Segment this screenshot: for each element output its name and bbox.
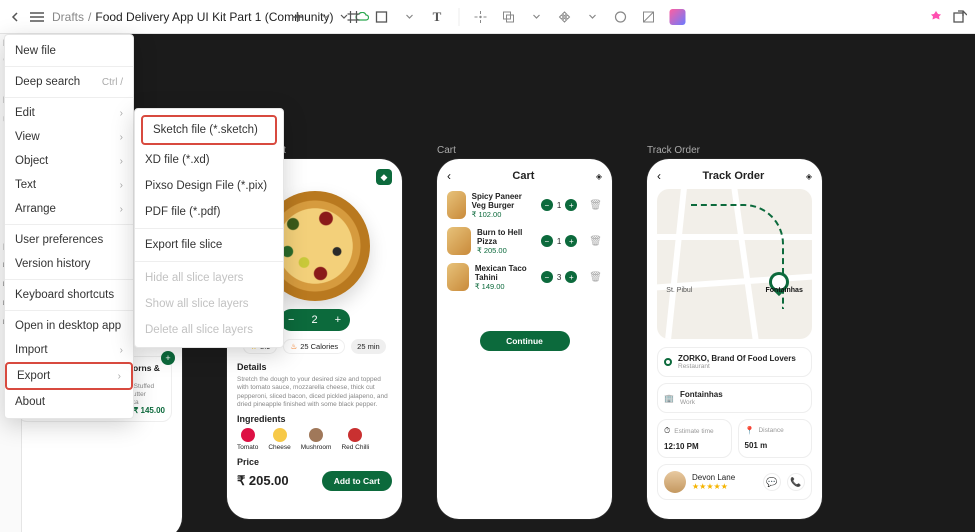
frame-label[interactable]: Cart bbox=[437, 145, 456, 156]
frame-track[interactable]: ‹ Track Order ◈ St. Pibul Fontainhas ZOR… bbox=[647, 159, 822, 519]
details-text: Stretch the dough to your desired size a… bbox=[237, 376, 392, 410]
trash-icon[interactable]: 🗑 bbox=[589, 272, 602, 283]
minus-icon[interactable]: − bbox=[541, 271, 553, 283]
submenu-slice[interactable]: Export file slice bbox=[135, 232, 283, 258]
ingredients-heading: Ingredients bbox=[237, 414, 392, 424]
route-stop: ZORKO, Brand Of Food LoversRestaurant bbox=[657, 347, 812, 377]
frame-label[interactable]: Track Order bbox=[647, 145, 700, 156]
details-heading: Details bbox=[237, 362, 392, 372]
export-submenu[interactable]: Sketch file (*.sketch) XD file (*.xd) Pi… bbox=[134, 108, 284, 348]
boolean-icon[interactable] bbox=[501, 10, 515, 24]
share-icon[interactable] bbox=[953, 10, 967, 24]
chevron-down-icon[interactable] bbox=[402, 10, 416, 24]
hamburger-icon[interactable] bbox=[30, 10, 44, 24]
topbar: Drafts / Food Delivery App UI Kit Part 1… bbox=[0, 0, 975, 34]
add-icon[interactable] bbox=[290, 10, 304, 24]
work-icon: 🏢 bbox=[664, 394, 674, 403]
back-icon[interactable]: ‹ bbox=[447, 169, 451, 183]
distance-card: 📍Distance 501 m bbox=[738, 419, 813, 458]
trash-icon[interactable]: 🗑 bbox=[589, 200, 602, 211]
page-title: Track Order bbox=[703, 170, 765, 182]
align-icon[interactable] bbox=[473, 10, 487, 24]
menu-new-file[interactable]: New file bbox=[5, 39, 133, 63]
toolbar-center: T bbox=[290, 8, 685, 26]
trash-icon[interactable]: 🗑 bbox=[589, 236, 602, 247]
add-icon[interactable]: + bbox=[161, 351, 175, 365]
crumb-drafts[interactable]: Drafts bbox=[52, 10, 84, 24]
price-heading: Price bbox=[237, 457, 392, 467]
main-menu[interactable]: New file Deep searchCtrl / Edit› View› O… bbox=[4, 34, 134, 419]
menu-object[interactable]: Object› bbox=[5, 149, 133, 173]
menu-view[interactable]: View› bbox=[5, 125, 133, 149]
route-stop: 🏢 FontainhasWork bbox=[657, 383, 812, 413]
submenu-hide-slices: Hide all slice layers bbox=[135, 265, 283, 291]
locate-icon[interactable]: ◈ bbox=[806, 172, 812, 181]
continue-button[interactable]: Continue bbox=[480, 331, 570, 351]
eta-card: ⏱Estimate time 12:10 PM bbox=[657, 419, 732, 458]
menu-edit[interactable]: Edit› bbox=[5, 101, 133, 125]
map[interactable]: St. Pibul Fontainhas bbox=[657, 189, 812, 339]
menu-keyboard[interactable]: Keyboard shortcuts bbox=[5, 283, 133, 307]
minus-icon[interactable]: − bbox=[541, 235, 553, 247]
time-chip: 25 min bbox=[351, 339, 386, 354]
chevron-down-icon[interactable] bbox=[318, 10, 332, 24]
bookmark-icon[interactable]: ◆ bbox=[376, 169, 392, 185]
submenu-delete-slices: Delete all slice layers bbox=[135, 317, 283, 343]
cart-item[interactable]: Mexican Taco Tahini₹ 149.00 −3+ 🗑 bbox=[447, 263, 602, 291]
minus-icon[interactable]: − bbox=[541, 199, 553, 211]
cart-item[interactable]: Burn to Hell Pizza₹ 205.00 −1+ 🗑 bbox=[447, 227, 602, 255]
plus-icon[interactable]: + bbox=[565, 271, 577, 283]
plus-icon[interactable]: + bbox=[565, 199, 577, 211]
toolbar-right bbox=[929, 10, 967, 24]
add-to-cart-button[interactable]: Add to Cart bbox=[322, 471, 392, 491]
price-value: ₹ 205.00 bbox=[237, 473, 289, 489]
text-icon[interactable]: T bbox=[430, 10, 444, 24]
submenu-xd[interactable]: XD file (*.xd) bbox=[135, 147, 283, 173]
menu-deep-search[interactable]: Deep searchCtrl / bbox=[5, 70, 133, 94]
call-icon[interactable]: 📞 bbox=[787, 473, 805, 491]
component-icon[interactable] bbox=[557, 10, 571, 24]
menu-text[interactable]: Text› bbox=[5, 173, 133, 197]
chevron-down-icon[interactable] bbox=[529, 10, 543, 24]
menu-user-prefs[interactable]: User preferences bbox=[5, 228, 133, 252]
menu-arrange[interactable]: Arrange› bbox=[5, 197, 133, 221]
ingredients-list: Tomato Cheese Mushroom Red Chilli bbox=[237, 428, 392, 451]
frame-icon[interactable] bbox=[346, 10, 360, 24]
ai-icon[interactable] bbox=[669, 9, 685, 25]
plus-icon[interactable]: + bbox=[335, 314, 341, 326]
chat-icon[interactable]: 💬 bbox=[763, 473, 781, 491]
menu-about[interactable]: About bbox=[5, 390, 133, 414]
back-icon[interactable] bbox=[8, 10, 22, 24]
calorie-chip: ♨25 Calories bbox=[283, 339, 345, 354]
back-icon[interactable]: ‹ bbox=[657, 169, 661, 183]
submenu-pdf[interactable]: PDF file (*.pdf) bbox=[135, 199, 283, 225]
shape-icon[interactable] bbox=[374, 10, 388, 24]
driver-card: Devon Lane ★★★★★ 💬 📞 bbox=[657, 464, 812, 500]
submenu-pix[interactable]: Pixso Design File (*.pix) bbox=[135, 173, 283, 199]
minus-icon[interactable]: − bbox=[288, 314, 294, 326]
plugin-icon[interactable] bbox=[929, 10, 943, 24]
cart-item[interactable]: Spicy Paneer Veg Burger₹ 102.00 −1+ 🗑 bbox=[447, 191, 602, 219]
plus-icon[interactable]: + bbox=[565, 235, 577, 247]
avatar bbox=[664, 471, 686, 493]
frame-cart[interactable]: ‹ Cart ◈ Spicy Paneer Veg Burger₹ 102.00… bbox=[437, 159, 612, 519]
mask-icon[interactable] bbox=[641, 10, 655, 24]
chevron-down-icon[interactable] bbox=[585, 10, 599, 24]
page-title: Cart bbox=[512, 170, 534, 182]
menu-open-desktop[interactable]: Open in desktop app bbox=[5, 314, 133, 338]
quantity-stepper[interactable]: − 2 + bbox=[280, 309, 350, 331]
submenu-sketch[interactable]: Sketch file (*.sketch) bbox=[141, 115, 277, 145]
locate-icon[interactable]: ◈ bbox=[596, 172, 602, 181]
menu-export[interactable]: Export› bbox=[5, 362, 133, 390]
circle-icon[interactable] bbox=[613, 10, 627, 24]
submenu-show-slices: Show all slice layers bbox=[135, 291, 283, 317]
menu-version-history[interactable]: Version history bbox=[5, 252, 133, 276]
menu-import[interactable]: Import› bbox=[5, 338, 133, 362]
